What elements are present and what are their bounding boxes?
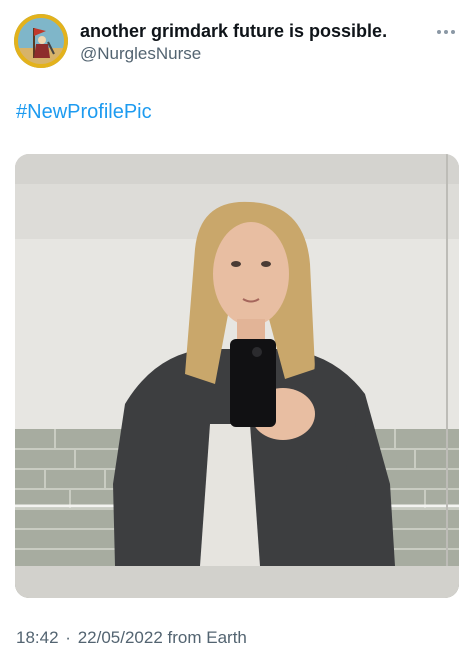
timestamp-separator: ·: [65, 628, 71, 647]
tweet-date[interactable]: 22/05/2022: [78, 628, 163, 647]
tweet: another grimdark future is possible. @Nu…: [0, 0, 474, 661]
author-info: another grimdark future is possible. @Nu…: [80, 20, 420, 65]
tweet-photo[interactable]: [15, 154, 459, 598]
more-horizontal-icon[interactable]: [436, 24, 456, 34]
tweet-timestamp: 18:42 · 22/05/2022 from Earth: [16, 627, 247, 649]
hashtag-link[interactable]: #NewProfilePic: [16, 101, 152, 123]
author-avatar[interactable]: [14, 14, 68, 68]
tweet-text: #NewProfilePic: [16, 99, 152, 125]
avatar-image: [14, 14, 68, 68]
author-handle[interactable]: @NurglesNurse: [80, 43, 420, 65]
author-display-name[interactable]: another grimdark future is possible.: [80, 20, 420, 42]
tweet-time[interactable]: 18:42: [16, 628, 59, 647]
tweet-source: from Earth: [167, 628, 247, 647]
mirror-selfie-photo: [15, 154, 459, 598]
